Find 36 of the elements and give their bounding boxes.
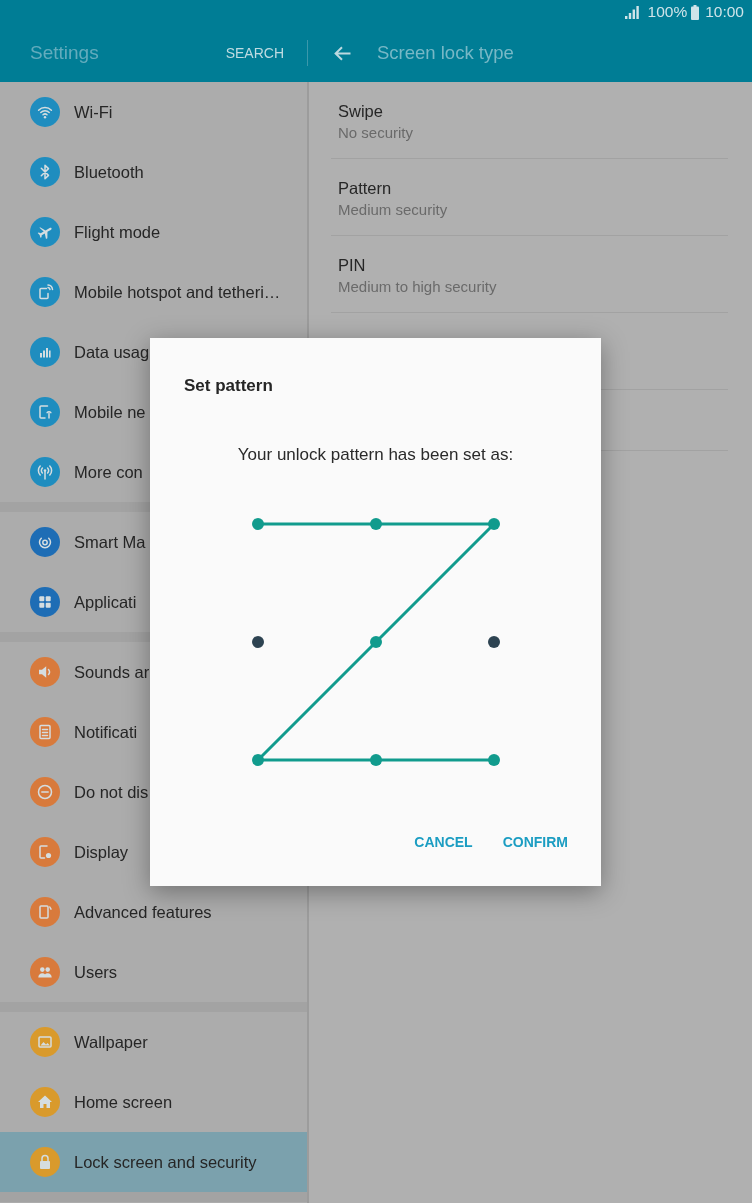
sidebar-item[interactable]: Home screen xyxy=(30,1087,173,1117)
page-title: Screen lock type xyxy=(377,41,514,66)
app-title: Settings xyxy=(30,40,99,65)
sidebar-item[interactable]: Advanced features xyxy=(30,897,212,927)
dialog-message: Your unlock pattern has been set as: xyxy=(237,444,514,466)
option-subtitle: Medium security xyxy=(338,200,448,220)
sidebar-item[interactable]: Applicati xyxy=(30,587,137,617)
sidebar-item[interactable]: Notificati xyxy=(30,717,138,747)
option-subtitle: Medium to high security xyxy=(338,277,497,297)
sidebar-item[interactable]: More con xyxy=(30,457,143,487)
sidebar-item[interactable]: Display xyxy=(30,837,129,867)
option-title: Swipe xyxy=(338,101,383,122)
sidebar-item[interactable]: Mobile ne xyxy=(30,397,146,427)
dialog-title: Set pattern xyxy=(184,375,273,397)
option-subtitle: No security xyxy=(338,123,414,143)
sidebar-item[interactable]: Users xyxy=(30,957,118,987)
sidebar-item[interactable]: Sounds ar xyxy=(30,657,150,687)
signal-icon xyxy=(624,5,639,19)
sidebar-item[interactable]: Do not dis xyxy=(30,777,149,807)
sidebar-item[interactable]: Data usag xyxy=(30,337,150,367)
sidebar-item[interactable]: Bluetooth xyxy=(30,157,144,187)
battery-icon xyxy=(691,4,700,20)
lock-type-option[interactable]: Pattern Medium security xyxy=(331,159,728,236)
arrow-left-icon xyxy=(334,45,351,61)
sidebar-item[interactable]: Lock screen and security xyxy=(0,1132,307,1192)
sidebar-item[interactable]: Flight mode xyxy=(30,217,161,247)
sidebar-item[interactable]: Wi-Fi xyxy=(30,97,113,127)
sidebar-item[interactable]: Mobile hotspot and tetheri… xyxy=(30,277,281,307)
clock: 10:00 xyxy=(705,2,744,22)
lock-type-option[interactable]: Swipe No security xyxy=(331,82,728,159)
battery-level: 100% xyxy=(647,2,688,22)
option-title: PIN xyxy=(338,255,366,276)
option-title: Pattern xyxy=(338,178,392,199)
sidebar-item[interactable]: Smart Ma xyxy=(30,527,146,557)
sidebar-item[interactable]: Wallpaper xyxy=(30,1027,148,1057)
lock-type-option[interactable]: PIN Medium to high security xyxy=(331,236,728,313)
